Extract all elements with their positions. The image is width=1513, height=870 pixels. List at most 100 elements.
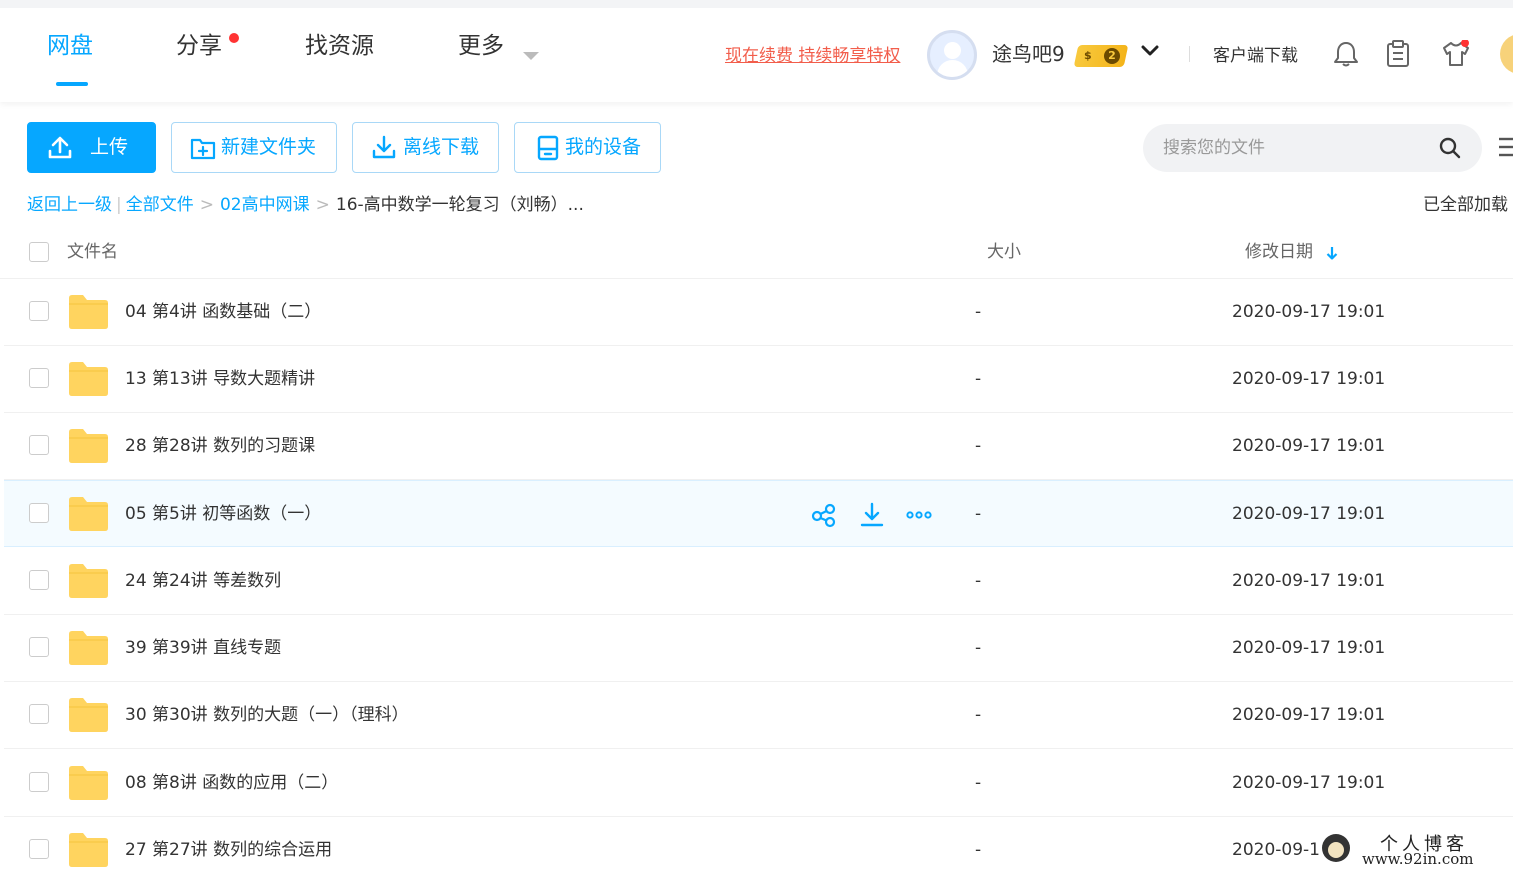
offline-download-button[interactable]: 离线下载	[352, 122, 499, 173]
select-all-checkbox[interactable]	[29, 242, 49, 262]
file-name[interactable]: 08 第8讲 函数的应用（二）	[125, 770, 338, 796]
download-icon[interactable]	[858, 501, 886, 529]
breadcrumb-level1[interactable]: 02高中网课	[220, 195, 310, 215]
folder-icon	[69, 429, 108, 463]
table-row[interactable]: 30 第30讲 数列的大题（一）（理科） - 2020-09-17 19:01	[4, 682, 1513, 749]
avatar[interactable]	[927, 30, 977, 80]
file-size: -	[975, 705, 982, 725]
file-size: -	[975, 369, 982, 389]
folder-icon	[69, 833, 108, 867]
avatar-body-shape	[937, 60, 968, 77]
file-name[interactable]: 13 第13讲 导数大题精讲	[125, 366, 315, 392]
upload-label: 上传	[90, 136, 129, 158]
caret-down-icon[interactable]	[523, 52, 539, 60]
breadcrumb-back[interactable]: 返回上一级	[27, 195, 112, 215]
nav-tab-share[interactable]: 分享	[176, 30, 222, 62]
table-row[interactable]: 28 第28讲 数列的习题课 - 2020-09-17 19:01	[4, 413, 1513, 480]
nav-tab-netdisk[interactable]: 网盘	[47, 30, 93, 62]
avatar-head-shape	[944, 42, 961, 59]
file-size: -	[975, 504, 982, 524]
row-checkbox[interactable]	[29, 772, 49, 792]
file-date: 2020-09-17 19:01	[1232, 773, 1386, 793]
load-status: 已全部加载	[1423, 195, 1508, 215]
row-checkbox[interactable]	[29, 637, 49, 657]
row-checkbox[interactable]	[29, 839, 49, 859]
new-folder-button[interactable]: 新建文件夹	[171, 122, 337, 173]
breadcrumb-separator: >	[199, 195, 214, 215]
table-row-hovered[interactable]: 05 第5讲 初等函数（一） - 2020-09-17 19:01	[4, 480, 1513, 547]
table-row[interactable]: 13 第13讲 导数大题精讲 - 2020-09-17 19:01	[4, 346, 1513, 413]
folder-icon	[69, 497, 108, 531]
file-name[interactable]: 27 第27讲 数列的综合运用	[125, 837, 332, 863]
chevron-down-icon[interactable]	[1141, 42, 1159, 60]
blog-watermark: 个人博客 www.92in.com	[1320, 830, 1513, 870]
row-checkbox[interactable]	[29, 704, 49, 724]
column-header-size[interactable]: 大小	[987, 240, 1021, 264]
new-folder-icon	[190, 138, 216, 160]
table-row[interactable]: 24 第24讲 等差数列 - 2020-09-17 19:01	[4, 548, 1513, 615]
file-date: 2020-09-17 19:01	[1232, 705, 1386, 725]
bell-icon[interactable]	[1333, 40, 1359, 68]
row-checkbox[interactable]	[29, 570, 49, 590]
column-header-date[interactable]: 修改日期	[1245, 240, 1313, 264]
row-checkbox[interactable]	[29, 301, 49, 321]
file-name[interactable]: 05 第5讲 初等函数（一）	[125, 501, 321, 527]
search-input[interactable]	[1163, 132, 1433, 164]
file-date: 2020-09-17 19:01	[1232, 638, 1386, 658]
share-icon[interactable]	[810, 501, 838, 529]
client-download-link[interactable]: 客户端下载	[1213, 44, 1298, 68]
my-devices-label: 我的设备	[565, 136, 642, 158]
row-checkbox[interactable]	[29, 368, 49, 388]
list-view-icon[interactable]	[1497, 134, 1513, 160]
folder-icon	[69, 631, 108, 665]
new-folder-label: 新建文件夹	[221, 136, 317, 158]
vip-badge: $ 2	[1073, 45, 1129, 67]
folder-icon	[69, 766, 108, 800]
file-size: -	[975, 840, 982, 860]
table-row[interactable]: 04 第4讲 函数基础（二） - 2020-09-17 19:01	[4, 279, 1513, 346]
vip-coin-icon: $	[1084, 49, 1092, 62]
nav-tab-find-resources[interactable]: 找资源	[305, 30, 374, 62]
folder-icon	[69, 564, 108, 598]
table-row[interactable]: 27 第27讲 数列的综合运用 - 2020-09-1	[4, 817, 1513, 870]
device-icon	[537, 135, 559, 161]
upload-icon	[48, 136, 72, 159]
breadcrumb: 返回上一级 | 全部文件 >02高中网课 >16-高中数学一轮复习（刘畅）...	[27, 193, 584, 217]
file-date: 2020-09-1	[1232, 840, 1320, 860]
breadcrumb-all-files[interactable]: 全部文件	[126, 195, 194, 215]
more-options-icon[interactable]	[905, 501, 933, 529]
divider	[1189, 46, 1190, 62]
folder-icon	[69, 295, 108, 329]
file-size: -	[975, 773, 982, 793]
download-icon	[372, 135, 396, 159]
file-name[interactable]: 04 第4讲 函数基础（二）	[125, 299, 321, 325]
vip-level: 2	[1104, 48, 1120, 64]
file-name[interactable]: 39 第39讲 直线专题	[125, 635, 281, 661]
breadcrumb-current: 16-高中数学一轮复习（刘畅）...	[335, 195, 584, 215]
file-size: -	[975, 302, 982, 322]
file-name[interactable]: 24 第24讲 等差数列	[125, 568, 281, 594]
nav-tab-more[interactable]: 更多	[458, 30, 504, 62]
sort-down-icon[interactable]	[1326, 246, 1338, 260]
table-header: 文件名 大小 修改日期	[0, 228, 1513, 279]
clipboard-icon[interactable]	[1385, 40, 1411, 68]
table-row[interactable]: 08 第8讲 函数的应用（二） - 2020-09-17 19:01	[4, 750, 1513, 817]
row-checkbox[interactable]	[29, 503, 49, 523]
file-size: -	[975, 571, 982, 591]
share-notification-dot	[229, 33, 239, 43]
file-date: 2020-09-17 19:01	[1232, 571, 1386, 591]
search-icon[interactable]	[1438, 136, 1462, 160]
username[interactable]: 途鸟吧9	[992, 40, 1065, 68]
file-name[interactable]: 30 第30讲 数列的大题（一）（理科）	[125, 702, 409, 728]
breadcrumb-separator: >	[315, 195, 330, 215]
column-header-name[interactable]: 文件名	[67, 240, 118, 264]
file-name[interactable]: 28 第28讲 数列的习题课	[125, 433, 315, 459]
renew-promo-link[interactable]: 现在续费 持续畅享特权	[725, 44, 900, 68]
upload-button[interactable]: 上传	[27, 122, 156, 173]
breadcrumb-divider: |	[116, 195, 122, 215]
shirt-icon[interactable]	[1441, 40, 1471, 68]
offline-download-label: 离线下载	[403, 136, 480, 158]
row-checkbox[interactable]	[29, 435, 49, 455]
my-devices-button[interactable]: 我的设备	[514, 122, 661, 173]
table-row[interactable]: 39 第39讲 直线专题 - 2020-09-17 19:01	[4, 615, 1513, 682]
